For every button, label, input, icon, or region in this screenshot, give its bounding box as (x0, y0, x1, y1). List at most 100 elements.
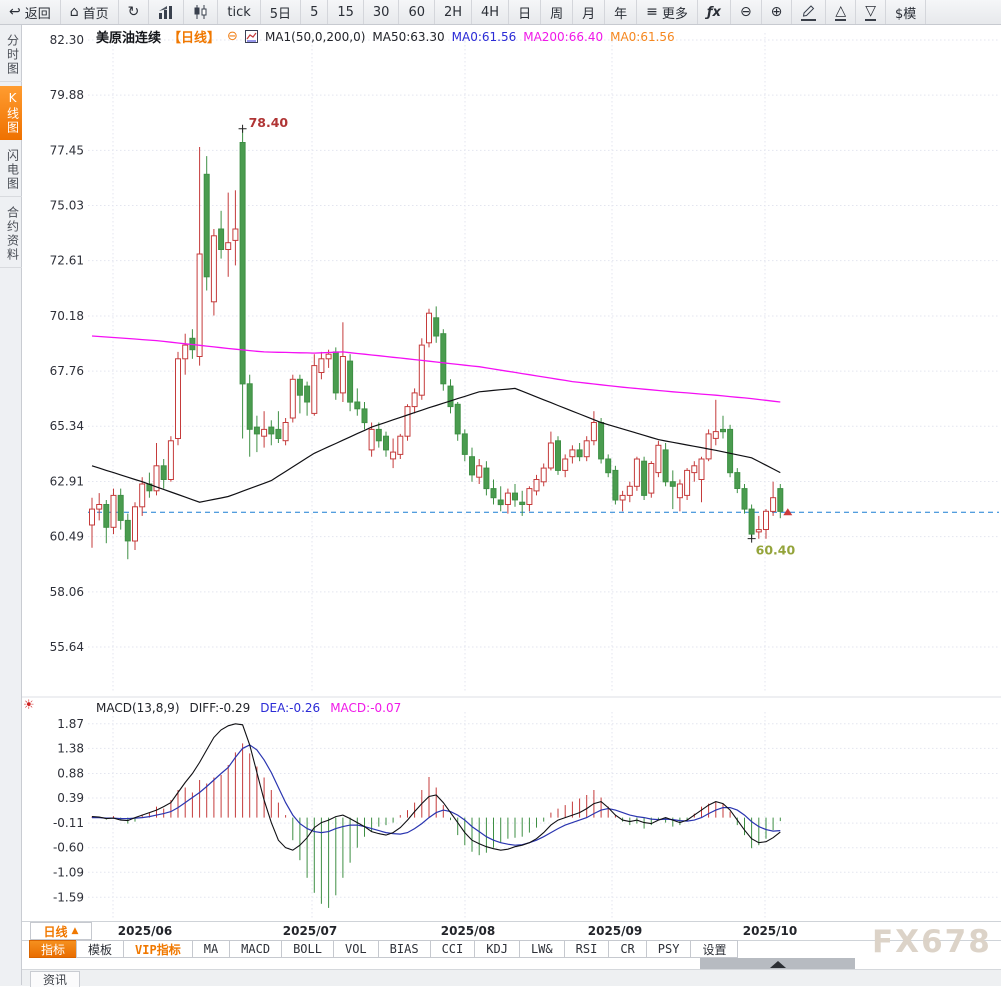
tab-boll[interactable]: BOLL (281, 940, 334, 958)
tab-indicator[interactable]: 指标 (29, 940, 78, 958)
sidebar-item-kline-chart[interactable]: K线图 (0, 86, 22, 140)
triangle-down-button[interactable]: ▽ (856, 0, 886, 24)
chart-plot-area[interactable]: .grid{stroke:#e3e5ef;stroke-dasharray:1.… (0, 0, 1001, 985)
candle-body (282, 422, 289, 442)
back-arrow-icon: ↩ (9, 4, 21, 20)
candle-body (354, 401, 361, 410)
tab-vip-indicator[interactable]: VIP指标 (123, 940, 193, 958)
period-15-button[interactable]: 15 (328, 0, 364, 24)
tab-bias[interactable]: BIAS (377, 940, 431, 958)
tab-settings[interactable]: 设置 (690, 940, 739, 958)
period-60-button[interactable]: 60 (399, 0, 435, 24)
candle-body (741, 488, 748, 510)
candle-body (461, 433, 468, 455)
candle-body (540, 467, 547, 483)
candle-body (662, 449, 669, 483)
macd-axis-label: -1.09 (53, 865, 84, 879)
period-30-button-label: 30 (372, 4, 390, 20)
period-2h-button[interactable]: 2H (435, 0, 473, 24)
candle-body (89, 508, 95, 526)
sidebar-item-time-chart[interactable]: 分时图 (0, 29, 22, 82)
fx-indicator-button[interactable]: ƒx (698, 0, 731, 24)
candle-body (203, 173, 210, 278)
back-button-label: 返回 (24, 6, 51, 22)
candle-body (691, 465, 698, 474)
sidebar-item-lightning-chart[interactable]: 闪电图 (0, 144, 22, 197)
period-day-button[interactable]: 日 (509, 0, 542, 24)
price-axis-label: 75.03 (50, 199, 84, 213)
refresh-button[interactable]: ↻ (119, 0, 150, 24)
period-4h-button[interactable]: 4H (472, 0, 510, 24)
macd-axis-label: 0.39 (57, 791, 84, 805)
candle-body (124, 519, 131, 542)
tab-macd[interactable]: MACD (229, 940, 283, 958)
x-axis-label: 2025/06 (117, 924, 173, 938)
tab-rsi[interactable]: RSI (563, 940, 610, 958)
sidebar-item-contract-info[interactable]: 合约资料 (0, 201, 22, 268)
back-button[interactable]: ↩ 返回 (0, 0, 61, 24)
candle-body (619, 494, 626, 501)
tab-cr[interactable]: CR (608, 940, 647, 958)
candle-body (669, 481, 676, 487)
candle-body (433, 317, 440, 337)
period-tick-button[interactable]: tick (218, 0, 261, 24)
candle-body (167, 440, 174, 480)
x-axis-label: 2025/08 (440, 924, 496, 938)
symbol-name: 美原油连续 (96, 31, 162, 46)
macd-axis-label: 0.88 (57, 767, 84, 781)
draw-button[interactable] (792, 0, 827, 24)
candle-body (253, 426, 260, 435)
candle-body (598, 422, 605, 460)
candle-body (246, 383, 253, 430)
period-5-button[interactable]: 5 (301, 0, 329, 24)
zoom-out-button[interactable]: ⊖ (731, 0, 762, 24)
candle-body (655, 444, 662, 474)
zoom-in-button[interactable]: ⊕ (762, 0, 793, 24)
period-week-button[interactable]: 周 (541, 0, 574, 24)
candle-body (648, 463, 655, 494)
more-button[interactable]: ≡ 更多 (637, 0, 698, 24)
indicator-settings-icon[interactable]: ☀ (23, 699, 35, 712)
pencil-icon (801, 4, 817, 21)
fx-icon: ƒx (706, 4, 721, 20)
candle-body (547, 442, 554, 469)
tab-kdj[interactable]: KDJ (474, 940, 520, 958)
candle-body (576, 449, 583, 458)
candle-body (712, 431, 719, 439)
tab-vol[interactable]: VOL (332, 940, 379, 958)
candle-body (569, 449, 576, 458)
period-week-button-label: 周 (550, 6, 564, 22)
candle-body (533, 479, 540, 492)
template-button[interactable]: $模 (886, 0, 927, 24)
candle-body (196, 253, 203, 357)
candle-body (705, 433, 712, 460)
tab-template[interactable]: 模板 (76, 940, 125, 958)
period-30-button[interactable]: 30 (364, 0, 400, 24)
candle-body (96, 504, 103, 510)
price-axis-label: 65.34 (50, 419, 84, 433)
tab-cci[interactable]: CCI (429, 940, 476, 958)
period-60-button-label: 60 (408, 4, 425, 20)
candle-body (512, 492, 518, 501)
period-year-button[interactable]: 年 (605, 0, 638, 24)
tab-psy[interactable]: PSY (645, 940, 692, 958)
ma50-value: MA50:63.30 (372, 29, 445, 44)
price-axis-label: 67.76 (50, 364, 84, 378)
home-button[interactable]: ⌂ 首页 (61, 0, 119, 24)
collapse-icon[interactable]: ⊖ (227, 30, 238, 43)
bar-chart-button[interactable] (149, 0, 185, 24)
period-selector-button[interactable]: 日线 ▲ (30, 922, 92, 940)
period-month-button[interactable]: 月 (573, 0, 606, 24)
triangle-up-button[interactable]: △ (826, 0, 857, 24)
candlestick-button[interactable] (184, 0, 219, 24)
tab-ma[interactable]: MA (191, 940, 231, 958)
tab-lw[interactable]: LW& (518, 940, 565, 958)
period-5day-button[interactable]: 5日 (261, 0, 302, 24)
candle-body (268, 426, 275, 435)
mini-chart-icon[interactable] (244, 30, 258, 43)
candle-body (210, 235, 217, 303)
candle-body (426, 312, 432, 344)
macd-title: MACD(13,8,9) (96, 701, 180, 715)
candle-body (698, 458, 705, 480)
candle-body (590, 422, 597, 442)
